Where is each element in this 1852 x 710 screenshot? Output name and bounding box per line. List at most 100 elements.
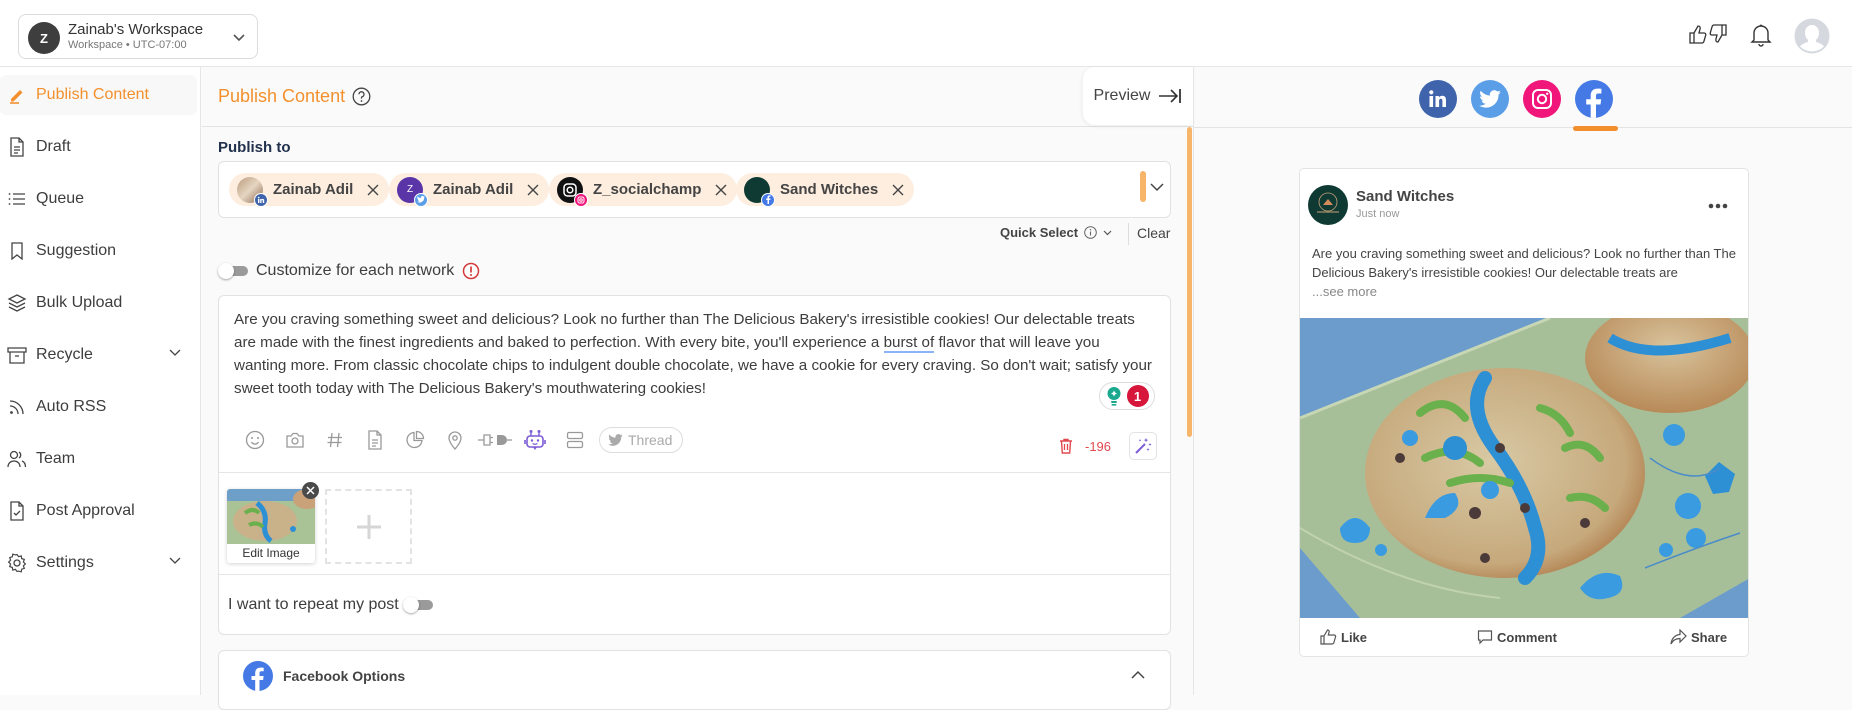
customize-row: Customize for each network <box>218 262 480 280</box>
team-icon <box>6 450 28 468</box>
sidebar-item-label: Publish Content <box>36 86 149 103</box>
help-icon[interactable] <box>352 87 371 106</box>
sidebar-item-label: Auto RSS <box>36 398 107 415</box>
sidebar-item-post-approval[interactable]: Post Approval <box>0 491 197 531</box>
facebook-icon <box>1586 88 1602 118</box>
quick-select-dropdown[interactable]: Quick Select <box>1000 225 1112 240</box>
sidebar: Publish Content Draft Queue Suggestion B… <box>0 67 201 695</box>
chevron-down-icon[interactable] <box>1150 183 1164 192</box>
character-count: -196 <box>1085 439 1112 454</box>
facebook-icon <box>243 661 273 691</box>
magic-wand-button[interactable] <box>1129 432 1157 460</box>
clear-button[interactable]: Clear <box>1137 225 1170 241</box>
sidebar-item-settings[interactable]: Settings <box>0 543 197 583</box>
share-button[interactable]: Share <box>1670 629 1727 645</box>
repeat-post-toggle[interactable] <box>402 597 433 613</box>
comment-button[interactable]: Comment <box>1477 629 1557 645</box>
sidebar-item-queue[interactable]: Queue <box>0 179 197 219</box>
linkedin-badge-icon <box>254 192 268 207</box>
divider <box>219 472 1170 473</box>
trash-icon[interactable] <box>1059 438 1073 454</box>
tab-twitter[interactable] <box>1471 80 1509 118</box>
workspace-avatar: Z <box>28 22 60 54</box>
tab-facebook[interactable] <box>1575 80 1613 118</box>
account-chip[interactable]: Z_socialchamp <box>549 173 738 207</box>
feedback-thumbs-icon[interactable] <box>1688 23 1728 45</box>
page-name: Sand Witches <box>1356 188 1455 205</box>
tab-instagram[interactable] <box>1523 80 1561 118</box>
remove-account-icon[interactable] <box>367 184 379 196</box>
emoji-icon[interactable] <box>235 430 275 450</box>
plus-icon <box>356 514 381 539</box>
thread-button[interactable]: Thread <box>599 427 684 453</box>
writing-assistant-pill[interactable]: 1 <box>1099 382 1155 410</box>
comment-label: Comment <box>1497 629 1557 645</box>
sidebar-item-draft[interactable]: Draft <box>0 127 197 167</box>
sidebar-item-label: Settings <box>36 554 94 571</box>
storage-icon[interactable] <box>555 431 595 449</box>
bell-icon[interactable] <box>1750 23 1772 47</box>
like-button[interactable]: Like <box>1320 629 1367 645</box>
facebook-options-section[interactable]: Facebook Options <box>218 650 1171 710</box>
repeat-post-row: I want to repeat my post <box>228 596 433 614</box>
account-chip[interactable]: Zainab Adil <box>229 173 390 207</box>
quick-select-label: Quick Select <box>1000 225 1079 240</box>
editor-toolbar: Thread <box>235 426 684 454</box>
publish-to-label: Publish to <box>218 139 291 156</box>
add-media-button[interactable] <box>325 489 412 564</box>
ai-robot-icon[interactable] <box>515 429 555 451</box>
account-name: Zainab Adil <box>273 181 354 198</box>
post-text-input[interactable]: Are you craving something sweet and deli… <box>234 308 1154 400</box>
user-avatar-icon[interactable] <box>1794 18 1830 54</box>
remove-media-button[interactable] <box>302 482 319 499</box>
pie-chart-icon[interactable] <box>395 430 435 450</box>
plug-icon[interactable] <box>475 433 515 447</box>
preview-toggle-button[interactable]: Preview <box>1083 67 1193 125</box>
document-icon <box>6 137 28 157</box>
facebook-post-preview: Sand Witches Just now Are you craving so… <box>1299 168 1749 657</box>
list-icon <box>6 192 28 206</box>
compose-scrollbar[interactable] <box>1187 127 1192 437</box>
compose-header: Publish Content Preview <box>202 67 1193 127</box>
workspace-subtitle: Workspace • UTC-07:00 <box>68 39 187 51</box>
sidebar-item-suggestion[interactable]: Suggestion <box>0 231 197 271</box>
facebook-options-label: Facebook Options <box>283 668 406 684</box>
document-icon[interactable] <box>355 430 395 450</box>
see-more-link[interactable]: ...see more <box>1312 282 1742 301</box>
sidebar-item-bulk-upload[interactable]: Bulk Upload <box>0 283 197 323</box>
chevron-up-icon[interactable] <box>1131 670 1145 679</box>
warning-icon[interactable] <box>462 262 480 280</box>
instagram-icon <box>1532 89 1552 109</box>
facebook-badge-icon <box>761 192 775 207</box>
sidebar-item-publish-content[interactable]: Publish Content <box>0 75 197 115</box>
sidebar-item-recycle[interactable]: Recycle <box>0 335 197 375</box>
remove-account-icon[interactable] <box>715 184 727 196</box>
location-icon[interactable] <box>435 430 475 450</box>
collapse-right-icon <box>1159 89 1182 103</box>
account-avatar-letter: Z <box>406 184 414 195</box>
hashtag-icon[interactable] <box>315 431 355 449</box>
remove-account-icon[interactable] <box>527 184 539 196</box>
media-thumbnail[interactable]: Edit Image <box>227 489 315 563</box>
chevron-down-icon <box>169 557 181 565</box>
edit-image-button[interactable]: Edit Image <box>227 546 315 560</box>
post-time: Just now <box>1356 208 1400 220</box>
customize-toggle[interactable] <box>218 263 248 279</box>
account-selector[interactable]: Zainab Adil Z Zainab Adil Z_socialchamp … <box>218 161 1171 218</box>
remove-account-icon[interactable] <box>892 184 904 196</box>
sidebar-item-auto-rss[interactable]: Auto RSS <box>0 387 197 427</box>
selector-scroll-indicator <box>1140 171 1146 202</box>
divider <box>219 574 1170 575</box>
sidebar-item-team[interactable]: Team <box>0 439 197 479</box>
workspace-switcher[interactable]: Z Zainab's Workspace Workspace • UTC-07:… <box>18 14 258 59</box>
cookie-photo <box>1300 318 1748 618</box>
sidebar-item-label: Bulk Upload <box>36 294 123 311</box>
account-chip[interactable]: Sand Witches <box>736 173 915 207</box>
more-options-icon[interactable] <box>1708 203 1728 209</box>
customize-label: Customize for each network <box>256 262 455 279</box>
grammar-flagged-phrase[interactable]: burst of <box>883 334 935 353</box>
account-avatar <box>557 176 588 207</box>
camera-icon[interactable] <box>275 431 315 449</box>
tab-linkedin[interactable] <box>1419 80 1457 118</box>
account-chip[interactable]: Z Zainab Adil <box>389 173 550 207</box>
